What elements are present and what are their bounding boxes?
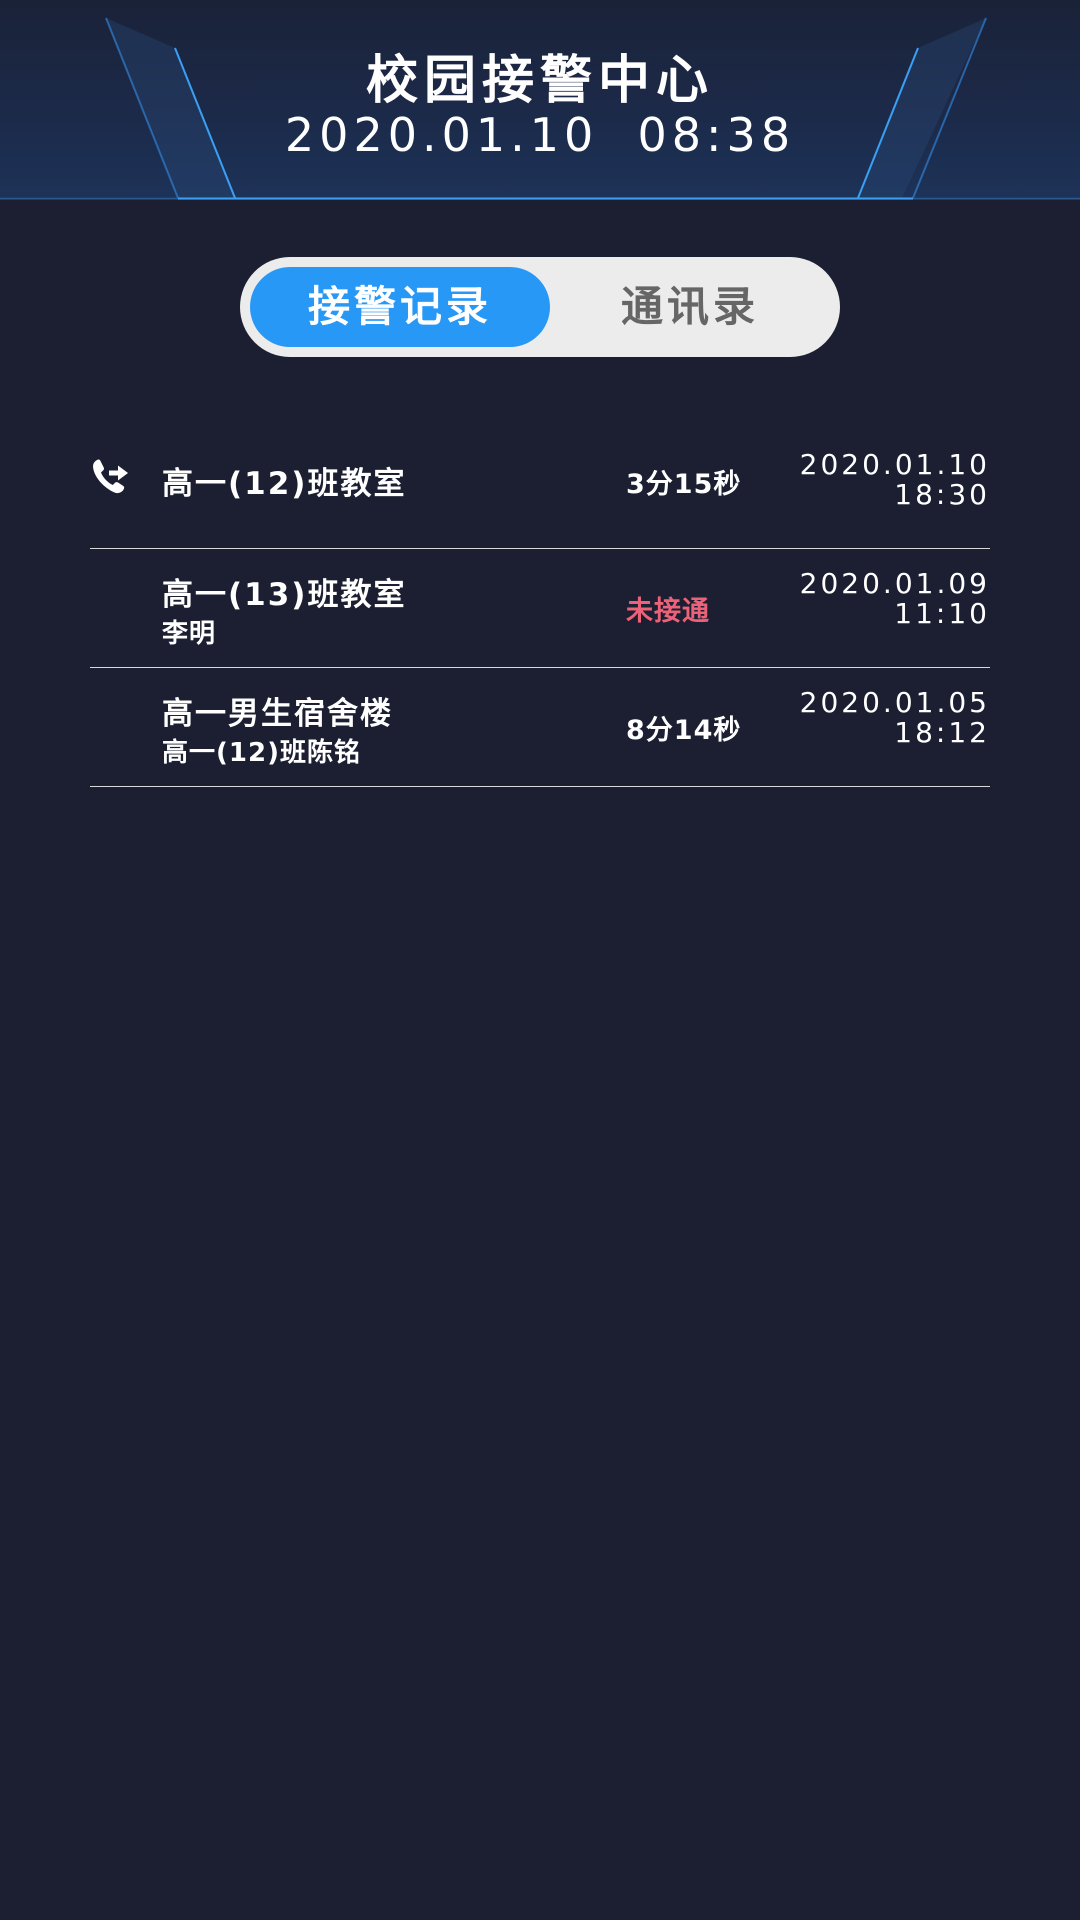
page-title: 校园接警中心 bbox=[365, 51, 714, 111]
header-banner: 校园接警中心 2020.01.10 08:38 bbox=[0, 0, 1080, 200]
table-row[interactable]: 高一(12)班教室 3分15秒 2020.01.10 18:30 bbox=[90, 430, 990, 549]
tab-switcher: 接警记录 通讯录 bbox=[240, 257, 840, 357]
row-location: 高一男生宿舍楼 bbox=[162, 696, 393, 732]
table-row[interactable]: 高一(13)班教室 李明 未接通 2020.01.09 11:10 bbox=[90, 549, 990, 668]
record-date: 2020.01.10 bbox=[799, 448, 990, 481]
record-time: 18:12 bbox=[894, 716, 990, 749]
tab-contacts[interactable]: 通讯录 bbox=[540, 267, 840, 347]
row-location: 高一(12)班教室 bbox=[162, 466, 407, 502]
record-time: 18:30 bbox=[894, 478, 990, 511]
record-time: 11:10 bbox=[894, 597, 990, 630]
record-date: 2020.01.05 bbox=[799, 686, 990, 719]
row-caller: 高一(12)班陈铭 bbox=[162, 738, 361, 768]
call-status-missed: 未接通 bbox=[626, 596, 710, 627]
call-forward-icon bbox=[93, 459, 128, 494]
row-location: 高一(13)班教室 bbox=[162, 577, 407, 613]
table-row[interactable]: 高一男生宿舍楼 高一(12)班陈铭 8分14秒 2020.01.05 18:12 bbox=[90, 668, 990, 787]
call-duration: 8分14秒 bbox=[626, 715, 742, 746]
alarm-record-list: 高一(12)班教室 3分15秒 2020.01.10 18:30 高一(13)班… bbox=[90, 430, 990, 787]
record-date: 2020.01.09 bbox=[799, 567, 990, 600]
tab-alarm-records[interactable]: 接警记录 bbox=[250, 267, 550, 347]
call-duration: 3分15秒 bbox=[626, 469, 742, 500]
row-caller: 李明 bbox=[162, 619, 217, 649]
current-datetime: 2020.01.10 08:38 bbox=[284, 108, 796, 162]
